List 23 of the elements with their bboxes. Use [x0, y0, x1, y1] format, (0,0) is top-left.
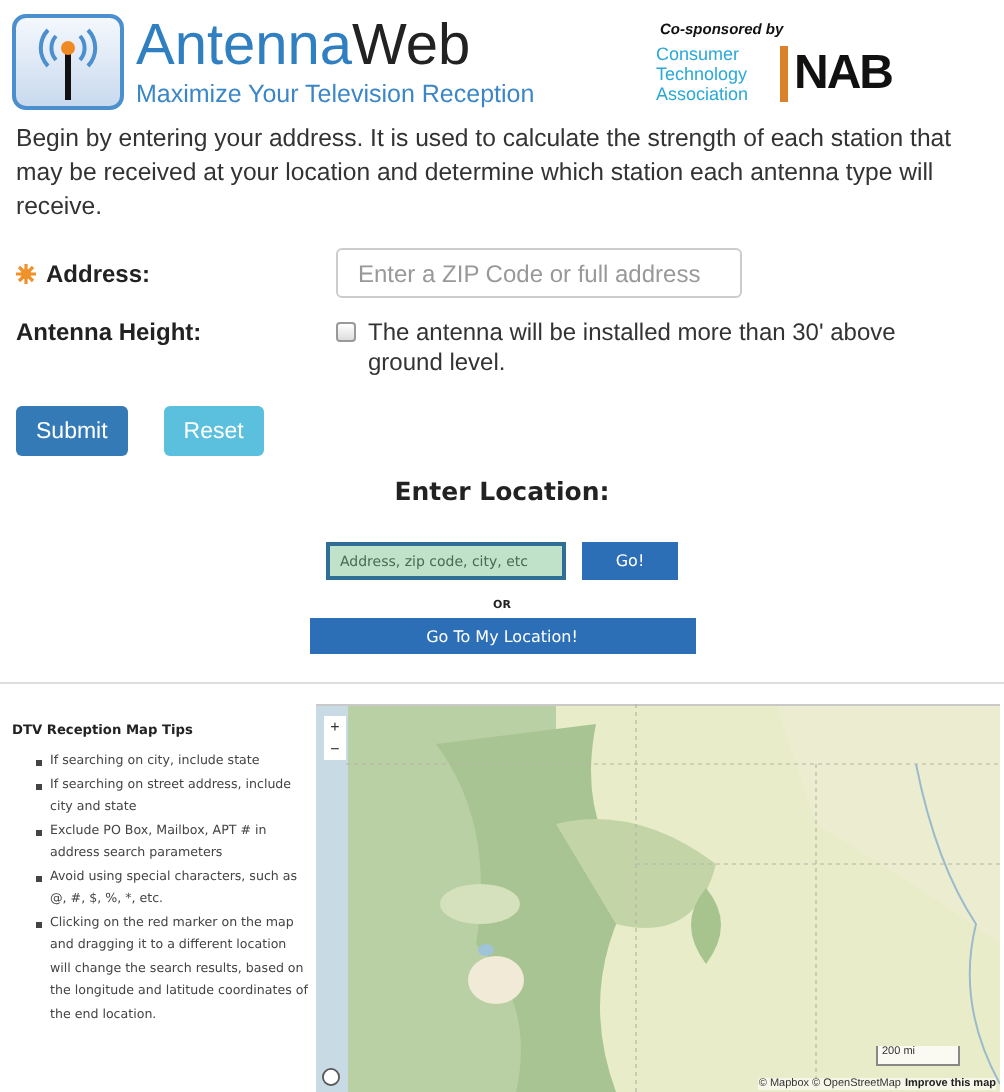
- sponsor-logo: NAB: [780, 45, 892, 101]
- brand-tagline: Maximize Your Television Reception: [136, 80, 535, 108]
- bullet-icon: [36, 875, 42, 881]
- bullet-icon: [36, 783, 42, 789]
- bullet-icon: [36, 829, 42, 835]
- bullet-icon: [36, 921, 42, 927]
- field-label: Antenna Height:: [16, 318, 204, 346]
- brand-title: Web: [352, 14, 471, 78]
- my-location-button[interactable]: Go To My Location!: [309, 618, 695, 654]
- checkbox-label: The antenna will be installed more than 30' above ground level.: [368, 318, 898, 378]
- submit-button[interactable]: Submit: [16, 406, 128, 456]
- required-icon: [16, 263, 36, 283]
- field-label: Address:: [46, 259, 151, 287]
- bullet-icon: [36, 760, 42, 766]
- go-button[interactable]: Go!: [582, 542, 678, 580]
- checkbox[interactable]: [336, 322, 356, 342]
- intro-text: Begin by entering your address. It is used to calculate the strength of each station that may be received at your location and determine which station each antenna type will receive.: [16, 122, 954, 224]
- section-title: Enter Location:: [394, 476, 610, 506]
- brand-title: Antenna: [136, 14, 353, 78]
- logo-icon: [12, 13, 124, 109]
- address-field[interactable]: Enter a ZIP Code or full address: [336, 248, 742, 298]
- logo-icon: [322, 1068, 340, 1086]
- sponsor-logo: Consumer Technology Association: [656, 43, 751, 103]
